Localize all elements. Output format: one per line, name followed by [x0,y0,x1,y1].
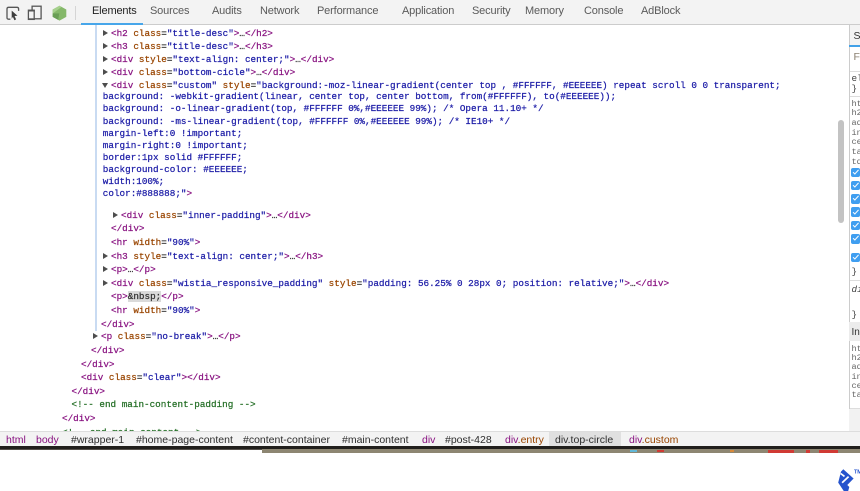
svg-text:TM: TM [854,469,860,475]
